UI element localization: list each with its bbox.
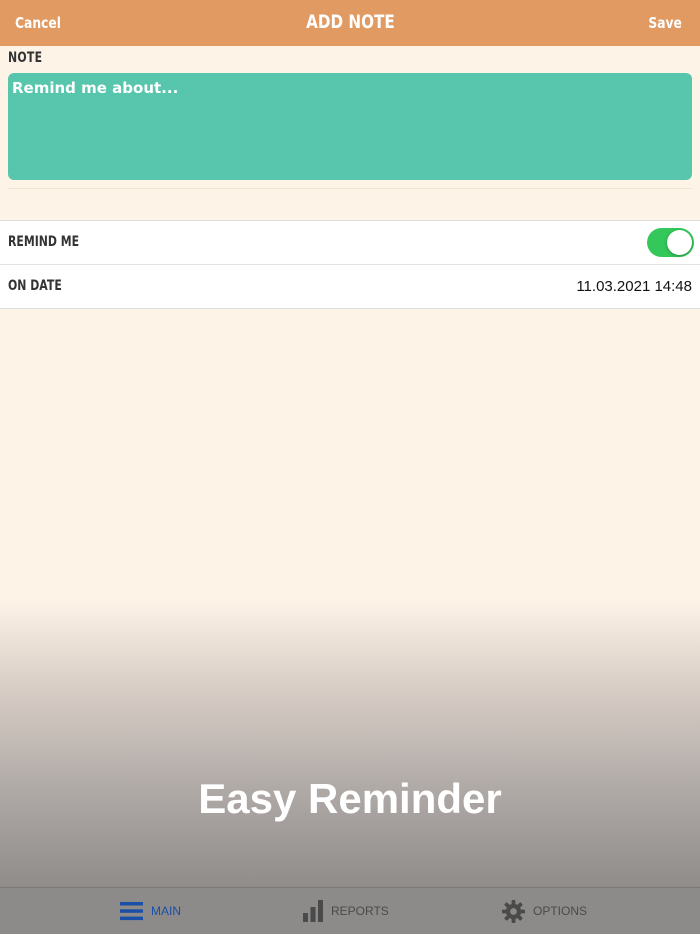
note-section-label: NOTE — [8, 50, 43, 66]
bar-chart-icon — [303, 900, 323, 922]
tab-reports[interactable]: REPORTS — [303, 888, 389, 934]
remind-me-row: REMIND ME — [0, 221, 700, 264]
page-title: ADD NOTE — [0, 0, 700, 44]
tab-bar: MAIN REPORTS OPTIONS — [0, 887, 700, 934]
tab-options-label: OPTIONS — [533, 904, 588, 918]
list-icon — [120, 902, 143, 921]
on-date-label: ON DATE — [8, 278, 62, 294]
tab-main[interactable]: MAIN — [120, 888, 181, 934]
on-date-value[interactable]: 11.03.2021 14:48 — [576, 265, 692, 308]
note-input[interactable] — [8, 73, 692, 180]
toggle-knob — [667, 230, 692, 255]
gear-icon — [502, 899, 525, 923]
tab-reports-label: REPORTS — [331, 904, 389, 918]
remind-me-toggle[interactable] — [647, 228, 694, 257]
banner-title: Easy Reminder — [198, 775, 502, 822]
note-divider — [8, 188, 692, 189]
reminder-settings: REMIND ME ON DATE 11.03.2021 14:48 — [0, 220, 700, 309]
page-title-text: ADD NOTE — [305, 11, 395, 33]
tab-main-label: MAIN — [151, 904, 181, 918]
save-button[interactable]: Save — [648, 0, 682, 46]
nav-bar: Cancel ADD NOTE Save — [0, 0, 700, 46]
tab-options[interactable]: OPTIONS — [502, 888, 587, 934]
promo-banner: Easy Reminder — [0, 600, 700, 888]
on-date-row[interactable]: ON DATE 11.03.2021 14:48 — [0, 264, 700, 308]
remind-me-label: REMIND ME — [8, 234, 80, 250]
